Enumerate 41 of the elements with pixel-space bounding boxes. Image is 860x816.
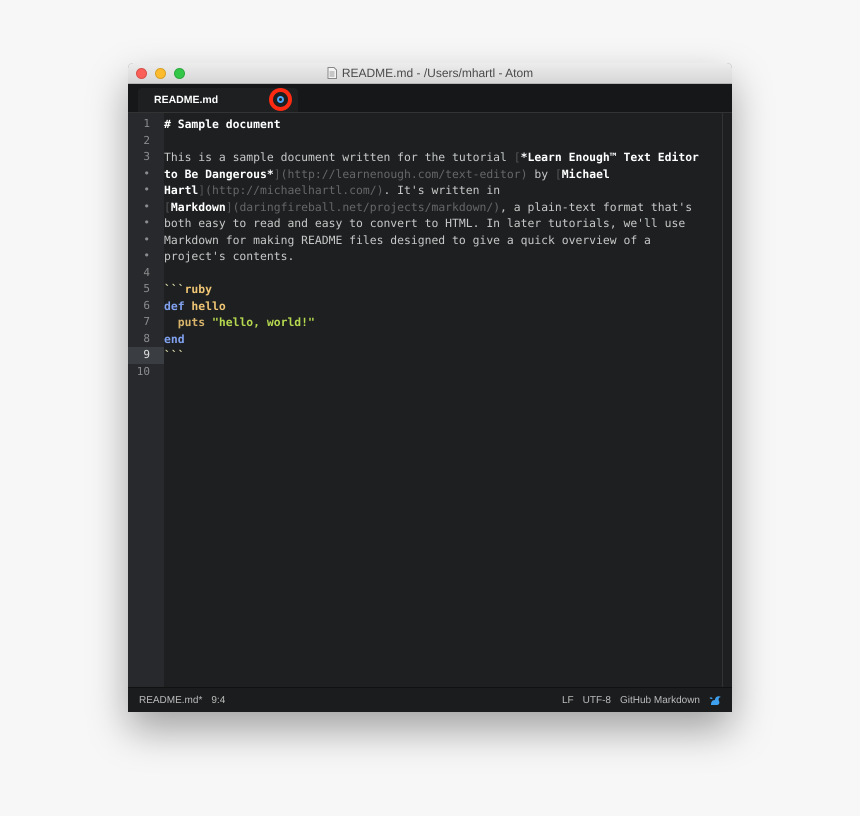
status-text[interactable]: UTF-8 <box>582 694 611 706</box>
code-line: puts "hello, world!" <box>176 314 315 330</box>
file-tab[interactable]: README.md <box>138 88 298 112</box>
line-number: • <box>142 182 151 198</box>
code-line: to Be Dangerous*](http://learnenough.com/text-editor) by [Michael <box>164 166 610 182</box>
line-number: 1 <box>142 116 151 132</box>
line-number: • <box>142 232 151 248</box>
status-text[interactable]: GitHub Markdown <box>620 694 700 706</box>
code-line: ``` <box>164 347 185 364</box>
code-line: def hello <box>164 298 226 314</box>
line-number: 2 <box>142 132 151 148</box>
status-text[interactable]: LF <box>562 694 574 706</box>
code-line: Hartl](http://michaelhartl.com/). It's written in <box>164 182 500 198</box>
line-number: 10 <box>136 364 151 380</box>
code-line: Markdown for making README files designed to give a quick overview of a <box>164 232 651 248</box>
window-title: README.md - /Users/mhartl - Atom <box>342 66 534 80</box>
line-number: • <box>142 166 151 182</box>
code-line: This is a sample document written for the tutorial [*Learn Enough™ Text Editor <box>164 149 699 166</box>
code-line: ```ruby <box>164 281 212 298</box>
code-line: # Sample document <box>164 116 281 132</box>
line-number: 3 <box>142 149 151 165</box>
line-number: 5 <box>142 281 151 297</box>
code-line: project's contents. <box>164 248 294 264</box>
status-text[interactable]: README.md* <box>139 694 202 706</box>
line-number: • <box>142 215 151 231</box>
minimize-button[interactable] <box>155 68 166 78</box>
document-icon <box>326 67 337 79</box>
code-line: both easy to read and easy to convert to HTML. In later tutorials, we'll use <box>164 215 686 232</box>
status-text[interactable]: 9:4 <box>211 694 226 706</box>
line-number: 8 <box>142 330 151 346</box>
code-line: end <box>164 330 185 347</box>
line-number: 7 <box>142 314 151 330</box>
line-number: 9 <box>128 347 164 364</box>
line-number: 4 <box>142 264 151 280</box>
line-number: • <box>142 198 151 214</box>
code-line: [Markdown](daringfireball.net/projects/markdown/), a plain-text format that's <box>164 198 692 215</box>
close-button[interactable] <box>136 68 147 78</box>
highlight-ring <box>269 88 292 111</box>
line-number: • <box>142 248 151 264</box>
line-number: 6 <box>142 298 151 314</box>
zoom-button[interactable] <box>174 68 185 78</box>
